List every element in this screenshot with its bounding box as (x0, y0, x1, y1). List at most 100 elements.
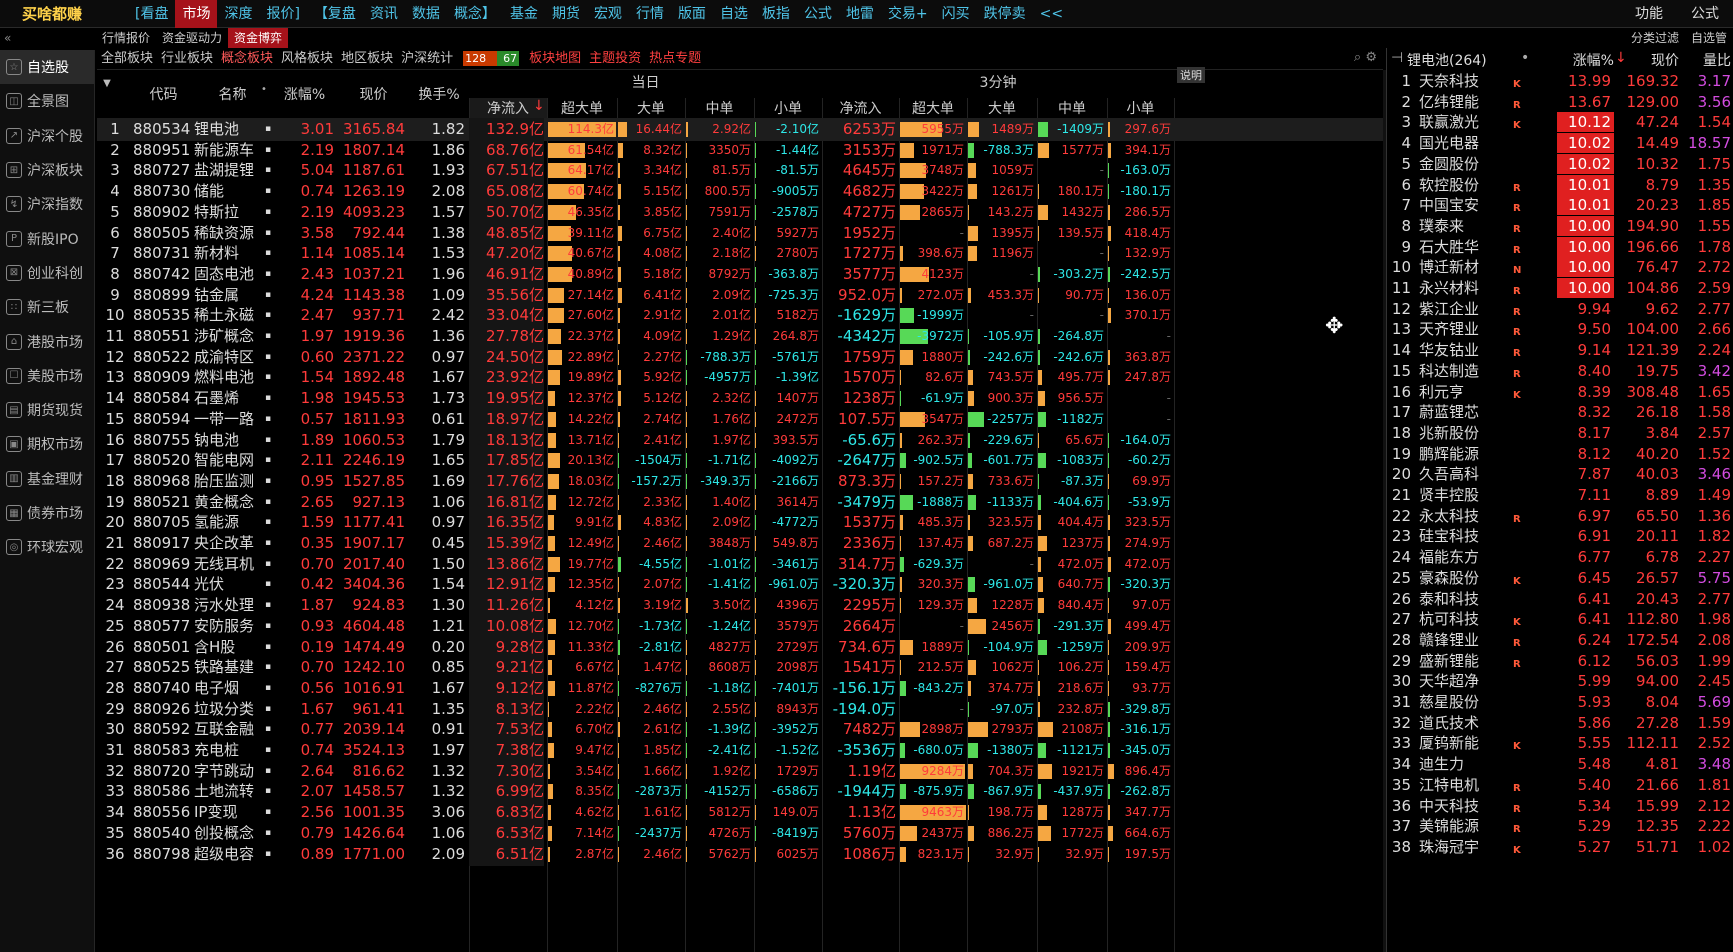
sub-col-header[interactable]: 中单 (685, 98, 754, 118)
topnav-item[interactable]: 行情 (629, 0, 671, 28)
stock-row[interactable]: 12 紫江企业 R 9.94 9.62 2.77 (1387, 298, 1733, 321)
stock-row[interactable]: 17 蔚蓝锂芯 8.32 26.18 1.58 (1387, 401, 1733, 424)
sector-tab[interactable]: 行业板块 (157, 48, 217, 70)
table-row[interactable]: 9 880899 钴金属 4.24 1143.38 1.09 ▪ 35.56亿 952.0万 27… (97, 283, 1383, 307)
topnav-item[interactable]: 板指 (755, 0, 797, 28)
sub-col-header[interactable]: 小单 (754, 98, 822, 118)
sidebar-item[interactable]: ◫ 全景图 (0, 84, 94, 118)
topnav-item[interactable]: 资讯 (363, 0, 405, 28)
explain-button[interactable]: 说明 (1177, 67, 1205, 83)
stock-row[interactable]: 21 贤丰控股 7.11 8.89 1.49 (1387, 484, 1733, 507)
stock-row[interactable]: 16 利元亨 K 8.39 308.48 1.65 (1387, 381, 1733, 404)
sector-link[interactable]: 主题投资 (585, 48, 645, 70)
sidebar-item[interactable]: ▤ 期货现货 (0, 393, 94, 427)
table-row[interactable]: 35 880540 创投概念 0.79 1426.64 1.06 ▪ 6.53亿 5760万 7.… (97, 821, 1383, 845)
stock-row[interactable]: 8 璞泰来 R 10.00 194.90 1.55 (1387, 215, 1733, 238)
stock-row[interactable]: 24 福能东方 6.77 6.78 2.27 (1387, 546, 1733, 569)
stock-row[interactable]: 9 石大胜华 R 10.00 196.66 1.78 (1387, 236, 1733, 259)
stock-list-title[interactable]: 锂电池(264) (1407, 50, 1487, 70)
stock-col-header[interactable]: 涨幅% (1544, 50, 1614, 70)
table-row[interactable]: 13 880909 燃料电池 1.54 1892.48 1.67 ▪ 23.92亿 1570万 1… (97, 366, 1383, 390)
topnav-item[interactable]: 自选 (713, 0, 755, 28)
stock-row[interactable]: 11 永兴材料 R 10.00 104.86 2.59 (1387, 277, 1733, 300)
stock-row[interactable]: 33 厦钨新能 K 5.55 112.11 2.52 (1387, 732, 1733, 755)
sub-col-header[interactable]: 超大单 (899, 98, 967, 118)
table-row[interactable]: 32 880720 字节跳动 2.64 816.62 1.32 ▪ 7.30亿 1.19亿 3.5… (97, 759, 1383, 783)
table-row[interactable]: 14 880584 石墨烯 1.98 1945.53 1.73 ▪ 19.95亿 1238万 12… (97, 387, 1383, 411)
app-logo[interactable]: 买啥都赚 (0, 3, 128, 24)
topnav-item[interactable]: 报价] (259, 0, 306, 28)
table-row[interactable]: 36 880798 超级电容 0.89 1771.00 2.09 ▪ 6.51亿 1086万 2.… (97, 842, 1383, 866)
table-row[interactable]: 2 880951 新能源车 2.19 1807.14 1.86 ▪ 68.76亿 3153万 61… (97, 138, 1383, 162)
stock-row[interactable]: 1 天奈科技 K 13.99 169.32 3.17 (1387, 70, 1733, 93)
topnav-item[interactable]: 跌停卖 (977, 0, 1033, 28)
table-row[interactable]: 5 880902 特斯拉 2.19 4093.23 1.57 ▪ 50.70亿 4727万 46.… (97, 200, 1383, 224)
table-row[interactable]: 1 880534 锂电池 3.01 3165.84 1.82 ▪ 132.9亿 6253万 114… (97, 118, 1383, 141)
table-row[interactable]: 30 880592 互联金融 0.77 2039.14 0.91 ▪ 7.53亿 7482万 6.… (97, 718, 1383, 742)
stock-row[interactable]: 18 兆新股份 8.17 3.84 2.57 (1387, 422, 1733, 445)
table-row[interactable]: 18 880968 胎压监测 0.95 1527.85 1.69 ▪ 17.76亿 873.3万… (97, 469, 1383, 493)
table-row[interactable]: 21 880917 央企改革 0.35 1907.17 0.45 ▪ 15.39亿 2336万 1… (97, 532, 1383, 555)
stock-row[interactable]: 32 道氏技术 5.86 27.28 1.59 (1387, 712, 1733, 735)
topnav-item[interactable]: [看盘 (128, 0, 175, 28)
sub-col-header[interactable]: 大单 (617, 98, 685, 118)
sector-link[interactable]: 板块地图 (525, 48, 585, 70)
sub-col-header[interactable]: 中单 (1037, 98, 1107, 118)
stock-row[interactable]: 31 慈星股份 5.93 8.04 5.69 (1387, 691, 1733, 714)
sidebar-item[interactable]: ↗ 沪深个股 (0, 119, 94, 153)
table-row[interactable]: 24 880938 污水处理 1.87 924.83 1.30 ▪ 11.26亿 2295万 4.… (97, 594, 1383, 618)
stock-row[interactable]: 26 泰和科技 6.41 20.43 2.77 (1387, 588, 1733, 611)
sub-col-header[interactable]: 大单 (967, 98, 1037, 118)
top-right-item[interactable]: 功能 (1621, 0, 1677, 28)
stock-row[interactable]: 35 江特电机 R 5.40 21.66 1.81 (1387, 774, 1733, 797)
second-right-tab[interactable]: 分类过滤 (1625, 28, 1685, 48)
topnav-item[interactable]: 闪买 (935, 0, 977, 28)
stock-row[interactable]: 25 豪森股份 K 6.45 26.57 5.75 (1387, 567, 1733, 590)
stock-col-header[interactable]: 现价 (1629, 50, 1679, 70)
sort-dropdown-icon[interactable]: ▼ (97, 78, 117, 89)
stock-row[interactable]: 29 盛新锂能 R 6.12 56.03 1.99 (1387, 650, 1733, 673)
sidebar-item[interactable]: ▦ 债券市场 (0, 496, 94, 530)
stock-col-header[interactable]: 量比 (1687, 50, 1731, 70)
sector-tab[interactable]: 概念板块 (217, 48, 277, 70)
topnav-item[interactable]: 数据 (405, 0, 447, 28)
topnav-item[interactable]: 公式 (797, 0, 839, 28)
sidebar-item[interactable]: ⊞ 沪深板块 (0, 153, 94, 187)
pin-icon[interactable]: ⊣ (1391, 50, 1403, 66)
topnav-item[interactable]: 地雷 (839, 0, 881, 28)
table-row[interactable]: 6 880505 稀缺资源 3.58 792.44 1.38 ▪ 48.85亿 1952万 39.… (97, 221, 1383, 245)
stock-row[interactable]: 37 美锦能源 R 5.29 12.35 2.22 (1387, 815, 1733, 838)
sub-col-header[interactable]: 超大单 (547, 98, 617, 118)
stock-row[interactable]: 27 杭可科技 K 6.41 112.80 1.98 (1387, 608, 1733, 631)
table-row[interactable]: 17 880520 智能电网 2.11 2246.19 1.65 ▪ 17.85亿 -2647万… (97, 449, 1383, 473)
table-row[interactable]: 33 880586 土地流转 2.07 1458.57 1.32 ▪ 6.99亿 -1944万 8… (97, 780, 1383, 804)
stock-row[interactable]: 28 赣锋锂业 R 6.24 172.54 2.08 (1387, 629, 1733, 652)
table-row[interactable]: 31 880583 充电桩 0.74 3524.13 1.97 ▪ 7.38亿 -3536万 9.… (97, 739, 1383, 762)
second-tab[interactable]: 行情报价 (96, 28, 156, 48)
stock-row[interactable]: 34 迪生力 5.48 4.81 3.48 (1387, 753, 1733, 776)
table-row[interactable]: 16 880755 钠电池 1.89 1060.53 1.79 ▪ 18.13亿 -65.6万 1… (97, 428, 1383, 452)
second-right-tab[interactable]: 自选管 (1685, 28, 1733, 48)
table-row[interactable]: 23 880544 光伏 0.42 3404.36 1.54 ▪ 12.91亿 -320.3万 1… (97, 573, 1383, 597)
stock-row[interactable]: 13 天齐锂业 R 9.50 104.00 2.66 (1387, 318, 1733, 341)
table-row[interactable]: 12 880522 成渝特区 0.60 2371.22 0.97 ▪ 24.50亿 1759万 2… (97, 345, 1383, 369)
sidebar-item[interactable]: P 新股IPO (0, 221, 94, 255)
table-row[interactable]: 34 880556 IP变现 2.56 1001.35 3.06 ▪ 6.83亿 1.13亿 4.… (97, 801, 1383, 825)
stock-row[interactable]: 3 联赢激光 K 10.12 47.24 1.54 (1387, 111, 1733, 134)
topnav-item[interactable]: 市场 (175, 0, 218, 28)
stock-row[interactable]: 30 天华超净 5.99 94.00 2.45 (1387, 670, 1733, 693)
stock-row[interactable]: 10 博迁新材 N 10.00 76.47 2.72 (1387, 256, 1733, 279)
sub-col-header[interactable]: 小单 (1107, 98, 1174, 118)
topnav-item[interactable]: 宏观 (587, 0, 629, 28)
table-row[interactable]: 4 880730 储能 0.74 1263.19 2.08 ▪ 65.08亿 4682万 60.7… (97, 180, 1383, 204)
stock-row[interactable]: 23 硅宝科技 6.91 20.11 1.82 (1387, 525, 1733, 548)
sidebar-item[interactable]: ↯ 沪深指数 (0, 187, 94, 221)
sector-tab[interactable]: 全部板块 (97, 48, 157, 70)
topnav-item[interactable]: 版面 (671, 0, 713, 28)
second-tab[interactable]: 资金驱动力 (156, 28, 228, 48)
sidebar-item[interactable]: ▣ 期权市场 (0, 427, 94, 461)
sector-link[interactable]: 热点专题 (645, 48, 705, 70)
table-row[interactable]: 19 880521 黄金概念 2.65 927.13 1.06 ▪ 16.81亿 -3479万 1… (97, 490, 1383, 514)
sidebar-item[interactable]: ⊠ 创业科创 (0, 256, 94, 290)
topnav-item[interactable]: 交易+ (881, 0, 935, 28)
